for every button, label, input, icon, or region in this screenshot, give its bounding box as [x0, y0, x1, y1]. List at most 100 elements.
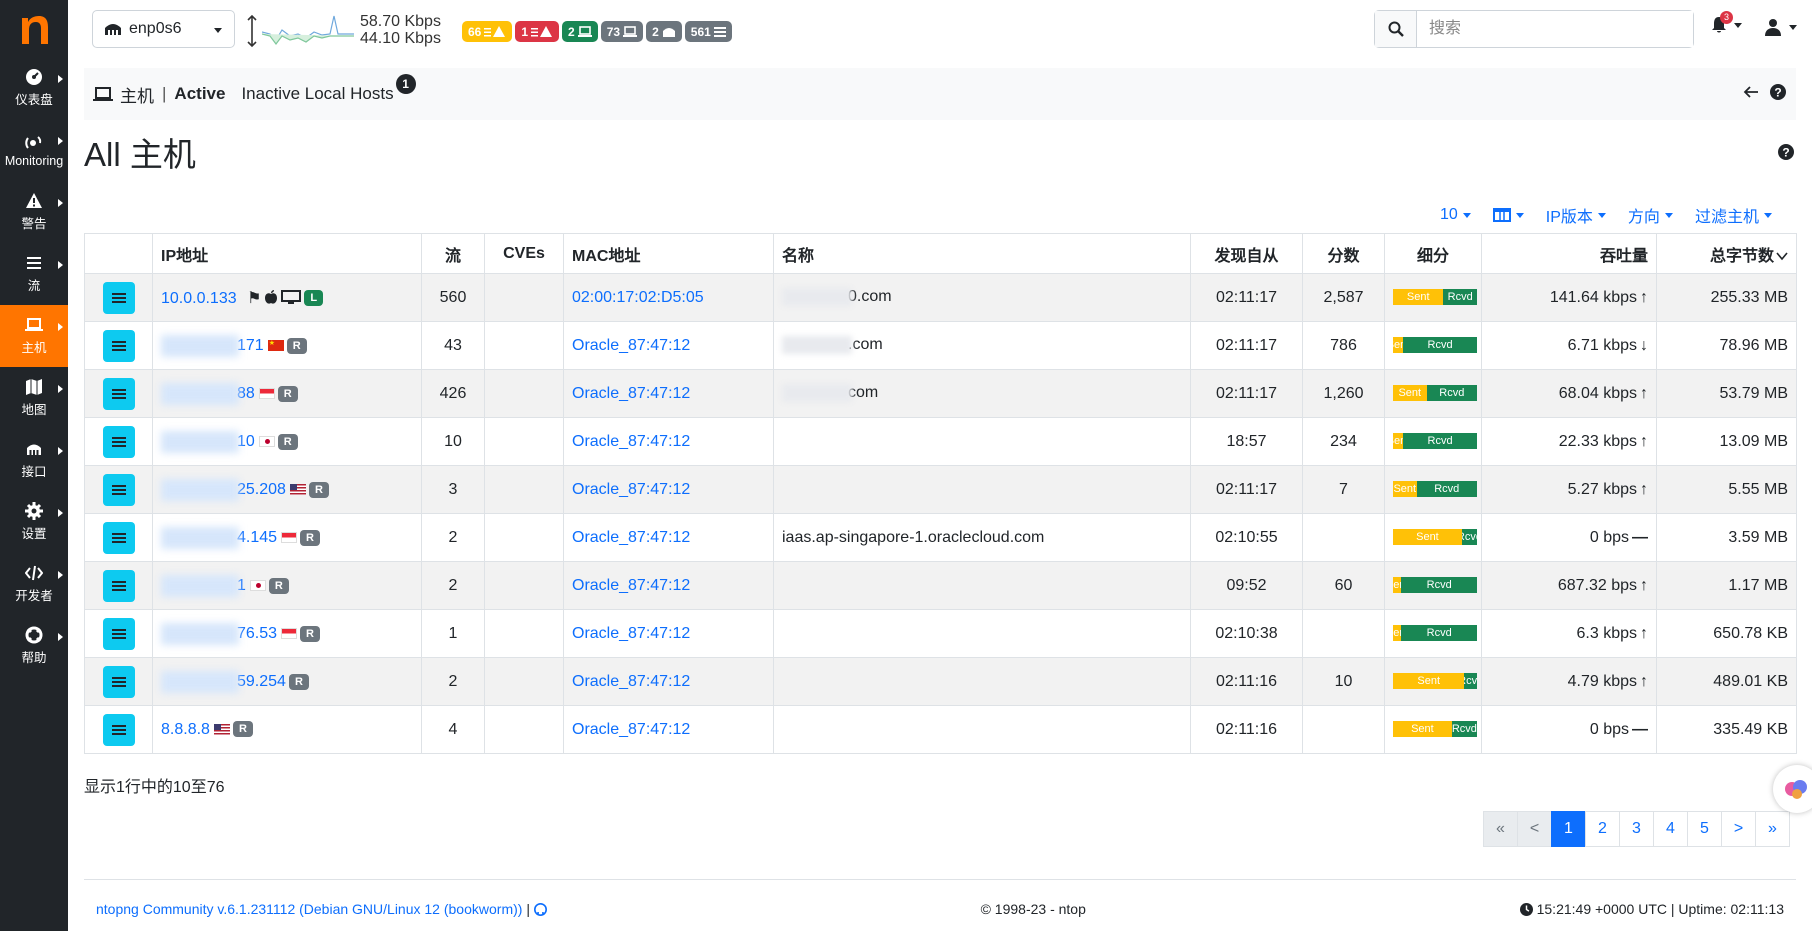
sidebar-item-2[interactable]: 警告 — [0, 181, 68, 243]
interface-select[interactable]: enp0s6 — [92, 10, 235, 48]
throughput-value: 6.71 kbps — [1567, 336, 1637, 354]
row-actions-button[interactable] — [103, 713, 135, 746]
sidebar-item-9[interactable]: 帮助 — [0, 615, 68, 677]
sidebar-item-5[interactable]: 地图 — [0, 367, 68, 429]
search-input[interactable] — [1417, 11, 1693, 47]
mac-link[interactable]: Oracle_87:47:12 — [572, 625, 690, 642]
sidebar-item-7[interactable]: 设置 — [0, 491, 68, 553]
sidebar-item-label: 仪表盘 — [15, 93, 53, 107]
col-seen-since[interactable]: 发现自从 — [1190, 233, 1303, 274]
ip-link[interactable]: 10 — [237, 433, 255, 450]
mac-link[interactable]: Oracle_87:47:12 — [572, 721, 690, 738]
traffic-breakdown-bar: SentRcvd — [1393, 481, 1477, 498]
col-throughput[interactable]: 吞吐量 — [1481, 233, 1657, 274]
notifications-button[interactable]: 3 — [1710, 11, 1743, 39]
mac-link[interactable]: Oracle_87:47:12 — [572, 433, 690, 450]
columns-dropdown[interactable] — [1492, 208, 1524, 222]
row-actions-button[interactable] — [103, 569, 135, 602]
col-breakdown[interactable]: 细分 — [1384, 233, 1482, 274]
mac-link[interactable]: Oracle_87:47:12 — [572, 481, 690, 498]
version-link[interactable]: ntopng Community v.6.1.231112 (Debian GN… — [96, 901, 522, 917]
ip-link[interactable]: 59.254 — [237, 673, 286, 690]
sidebar-item-label: 警告 — [21, 217, 47, 231]
trend-arrow-icon: ↑ — [1640, 288, 1648, 306]
search-button[interactable] — [1375, 11, 1417, 47]
col-score[interactable]: 分数 — [1302, 233, 1385, 274]
mac-cell: Oracle_87:47:12 — [563, 561, 774, 610]
mac-link[interactable]: Oracle_87:47:12 — [572, 529, 690, 546]
mac-link[interactable]: Oracle_87:47:12 — [572, 673, 690, 690]
github-icon[interactable] — [533, 903, 547, 916]
help-icon[interactable]: ? — [1778, 144, 1794, 160]
page-link[interactable]: 5 — [1687, 811, 1722, 847]
sidebar-item-label: 主机 — [21, 341, 47, 355]
row-actions-button[interactable] — [103, 473, 135, 506]
row-actions-button[interactable] — [103, 425, 135, 458]
ip-link[interactable]: 10.0.0.133 — [161, 290, 237, 307]
status-badge[interactable]: 66 — [462, 21, 513, 42]
mac-link[interactable]: Oracle_87:47:12 — [572, 577, 690, 594]
download-rate: 44.10 Kbps — [360, 30, 441, 47]
col-ip[interactable]: IP地址 — [152, 233, 422, 274]
status-badge[interactable]: 561 — [684, 21, 732, 42]
direction-dropdown[interactable]: 方向 — [1628, 203, 1673, 227]
flows-cell: 43 — [421, 321, 485, 370]
page-link[interactable]: « — [1483, 811, 1518, 847]
sidebar-item-6[interactable]: 接口 — [0, 429, 68, 491]
status-badge[interactable]: 2 — [562, 21, 598, 42]
ip-link[interactable]: 76.53 — [237, 625, 277, 642]
row-actions-button[interactable] — [103, 617, 135, 650]
ntopng-logo[interactable] — [14, 6, 54, 50]
col-flows[interactable]: 流 — [421, 233, 485, 274]
ip-link[interactable]: 88 — [237, 385, 255, 402]
sidebar-item-1[interactable]: Monitoring — [0, 119, 68, 181]
col-name[interactable]: 名称 — [773, 233, 1191, 274]
mac-link[interactable]: 02:00:17:02:D5:05 — [572, 289, 704, 306]
col-cves[interactable]: CVEs — [484, 233, 564, 274]
page-link[interactable]: 2 — [1585, 811, 1620, 847]
status-badge[interactable]: 2 — [646, 21, 682, 42]
row-actions-button[interactable] — [103, 665, 135, 698]
status-badge[interactable]: 73 — [600, 21, 644, 42]
page-size-dropdown[interactable]: 10 — [1440, 206, 1471, 224]
breakdown-cell: SentRcvd — [1384, 273, 1482, 322]
filter-hosts-dropdown[interactable]: 过滤主机 — [1695, 203, 1772, 227]
row-actions-button[interactable] — [103, 377, 135, 410]
mac-link[interactable]: Oracle_87:47:12 — [572, 337, 690, 354]
clock-text: 15:21:49 +0000 UTC | Uptime: 02:11:13 — [1536, 901, 1784, 917]
user-menu[interactable] — [1764, 18, 1798, 41]
page-link[interactable]: » — [1755, 811, 1790, 847]
sidebar-item-4[interactable]: 主机 — [0, 305, 68, 367]
back-arrow-icon[interactable] — [1743, 84, 1759, 100]
col-mac[interactable]: MAC地址 — [563, 233, 774, 274]
sidebar-item-0[interactable]: 仪表盘 — [0, 57, 68, 119]
seen-since-cell: 02:11:17 — [1190, 465, 1303, 514]
page-link[interactable]: 1 — [1551, 811, 1586, 847]
tab-inactive-local-hosts[interactable]: Inactive Local Hosts 1 — [241, 74, 416, 104]
sidebar-item-8[interactable]: 开发者 — [0, 553, 68, 615]
flag-jp-icon — [249, 580, 266, 591]
page-link[interactable]: > — [1721, 811, 1756, 847]
ip-link[interactable]: 8.8.8.8 — [161, 721, 210, 738]
assistant-button[interactable] — [1773, 765, 1812, 813]
row-actions-button[interactable] — [103, 281, 135, 314]
col-total-bytes[interactable]: 总字节数 — [1656, 233, 1797, 274]
page-link[interactable]: 4 — [1653, 811, 1688, 847]
caret-right-icon — [58, 323, 63, 331]
status-badge[interactable]: 1 — [515, 21, 560, 42]
tab-active[interactable]: Active — [174, 84, 225, 104]
ip-link[interactable]: 4.145 — [237, 529, 277, 546]
gauge-icon — [26, 69, 42, 85]
help-icon[interactable]: ? — [1770, 84, 1786, 100]
row-actions-button[interactable] — [103, 329, 135, 362]
page-link[interactable]: < — [1517, 811, 1552, 847]
ip-version-dropdown[interactable]: IP版本 — [1546, 203, 1606, 227]
page-link[interactable]: 3 — [1619, 811, 1654, 847]
search-icon — [1388, 21, 1404, 37]
ip-link[interactable]: 171 — [237, 337, 264, 354]
sidebar-item-3[interactable]: 流 — [0, 243, 68, 305]
row-actions-cell — [84, 609, 153, 658]
ip-link[interactable]: 25.208 — [237, 481, 286, 498]
row-actions-button[interactable] — [103, 521, 135, 554]
mac-link[interactable]: Oracle_87:47:12 — [572, 385, 690, 402]
